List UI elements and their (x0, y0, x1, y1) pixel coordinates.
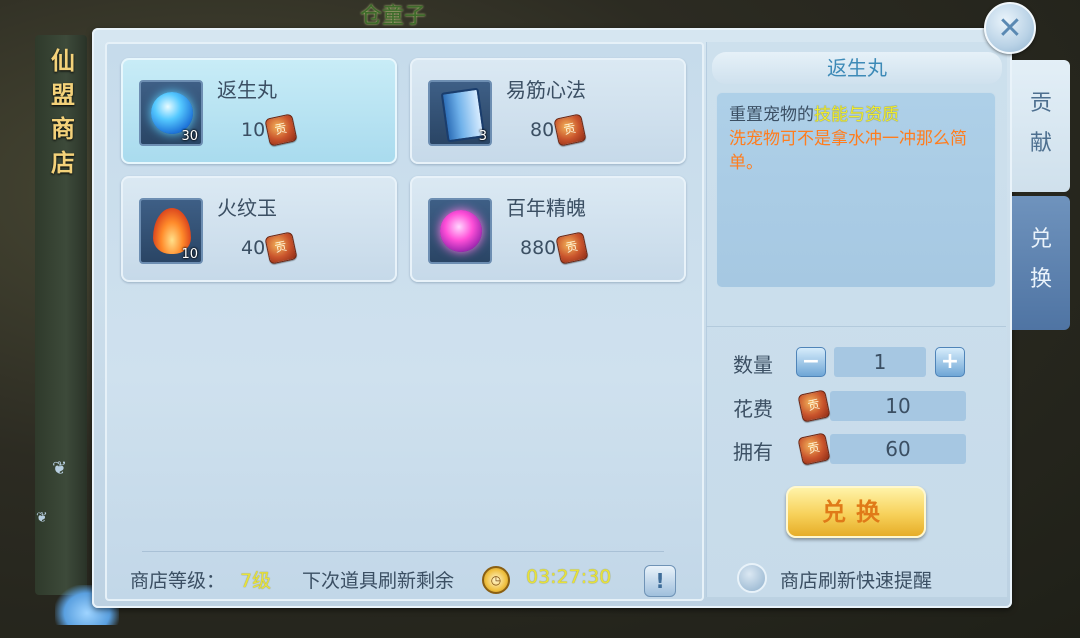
item-price-value: 80 (530, 119, 555, 141)
item-price: 40 贡 (241, 231, 298, 265)
shop-title-char: 商 (51, 115, 75, 143)
shop-title-char: 盟 (51, 81, 75, 109)
item-quantity: 10 (181, 247, 198, 262)
detail-title: 返生丸 (712, 52, 1002, 84)
butterfly-icon: ❦ (52, 458, 68, 479)
close-icon: ✕ (997, 10, 1023, 46)
contribution-token-icon: 贡 (555, 231, 589, 265)
detail-divider (706, 326, 1006, 327)
quantity-plus-button[interactable]: + (935, 347, 965, 377)
shop-level-label: 商店等级： (130, 570, 226, 592)
refresh-reminder-label: 商店刷新快速提醒 (780, 570, 933, 592)
item-name: 百年精魄 (506, 196, 586, 220)
tab-label-char: 换 (1029, 267, 1052, 292)
item-card[interactable]: 30 返生丸 10 贡 (121, 58, 397, 164)
info-button[interactable]: ! (644, 565, 676, 597)
shop-title-char: 仙 (51, 47, 75, 75)
blue-orb-icon (151, 92, 193, 134)
item-price: 80 贡 (530, 113, 587, 147)
item-icon-frame: 30 (139, 80, 203, 146)
contribution-token-icon: 贡 (797, 432, 831, 466)
item-icon-frame: 3 (428, 80, 492, 146)
quantity-field[interactable]: 1 (834, 347, 926, 377)
desc-flavor: 洗宠物可不是拿水冲一冲那么简单。 (729, 129, 967, 173)
purple-soul-icon (440, 210, 482, 252)
contribution-token-icon: 贡 (264, 231, 298, 265)
contribution-token-icon: 贡 (264, 113, 298, 147)
item-icon-frame: 10 (139, 198, 203, 264)
shop-level-value: 7级 (240, 570, 272, 592)
item-card[interactable]: 10 火纹玉 40 贡 (121, 176, 397, 282)
refresh-countdown: 03:27:30 (526, 566, 612, 588)
item-price: 880 贡 (520, 231, 589, 265)
exchange-button[interactable]: 兑换 (786, 486, 926, 538)
owned-value: 60 (830, 434, 966, 464)
item-price-value: 10 (241, 119, 266, 141)
refresh-label: 下次道具刷新剩余 (302, 570, 455, 592)
quantity-label: 数量 (733, 353, 773, 377)
background-npc-name: 仓童子 (360, 4, 427, 29)
tab-label-char: 兑 (1029, 227, 1052, 252)
item-icon-frame (428, 198, 492, 264)
tab-label-char: 贡 (1029, 91, 1052, 116)
item-quantity: 3 (478, 129, 487, 144)
item-name: 返生丸 (217, 78, 277, 102)
shop-title: 仙 盟 商 店 (46, 44, 80, 180)
alarm-clock-icon: ◷ (482, 566, 510, 594)
desc-highlight: 技能与资质 (814, 105, 899, 125)
status-divider (142, 551, 664, 552)
quantity-minus-button[interactable]: − (796, 347, 826, 377)
tab-contribution[interactable]: 贡 献 (1012, 60, 1070, 192)
item-price-value: 40 (241, 237, 266, 259)
item-quantity: 30 (181, 129, 198, 144)
item-price: 10 贡 (241, 113, 298, 147)
shop-title-char: 店 (51, 149, 75, 177)
refresh-reminder-toggle[interactable] (737, 563, 767, 593)
cost-label: 花费 (733, 397, 773, 421)
item-name: 易筋心法 (506, 78, 586, 102)
owned-label: 拥有 (733, 440, 773, 464)
desc-prefix: 重置宠物的 (729, 105, 814, 125)
item-card[interactable]: 百年精魄 880 贡 (410, 176, 686, 282)
item-name: 火纹玉 (217, 196, 277, 220)
contribution-token-icon: 贡 (553, 113, 587, 147)
item-price-value: 880 (520, 237, 557, 259)
detail-description: 重置宠物的技能与资质 洗宠物可不是拿水冲一冲那么简单。 (716, 92, 996, 288)
item-card[interactable]: 3 易筋心法 80 贡 (410, 58, 686, 164)
tab-label-char: 献 (1029, 131, 1052, 156)
close-button[interactable]: ✕ (984, 2, 1036, 54)
butterfly-icon: ❦ (36, 510, 48, 526)
tab-exchange[interactable]: 兑 换 (1012, 196, 1070, 330)
contribution-token-icon: 贡 (797, 389, 831, 423)
cost-value: 10 (830, 391, 966, 421)
